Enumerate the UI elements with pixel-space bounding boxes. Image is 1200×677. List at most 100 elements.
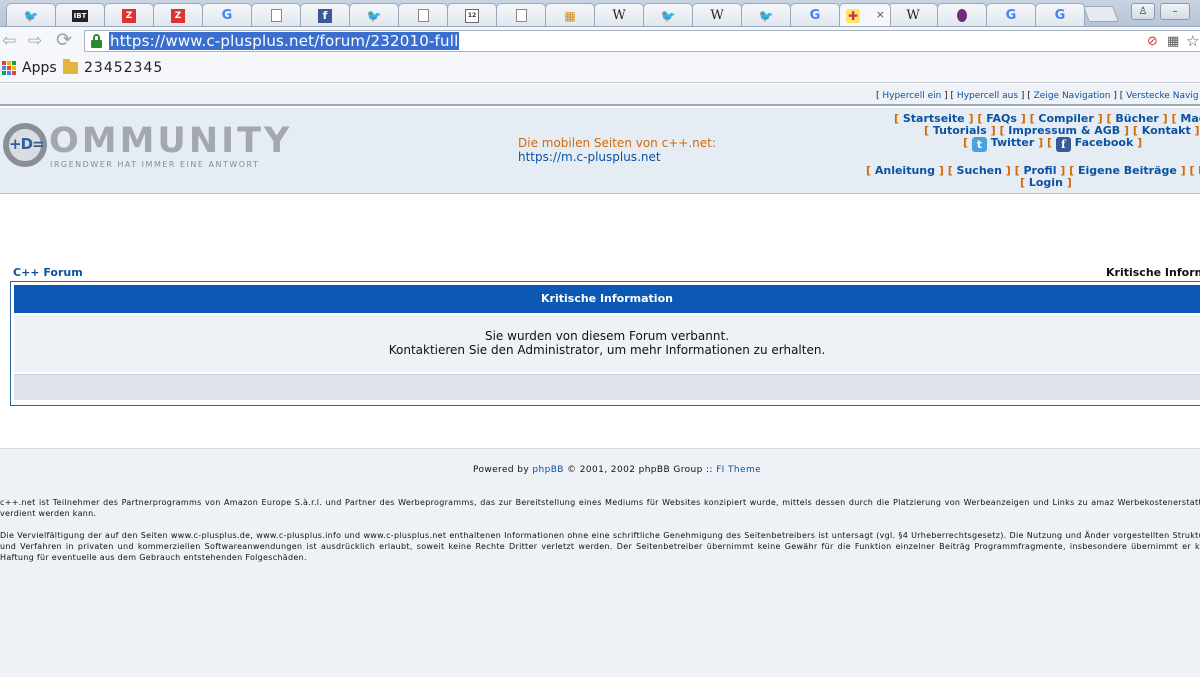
phpbb-link[interactable]: phpBB bbox=[532, 465, 563, 475]
hypercell-link-2[interactable]: Zeige Navigation bbox=[1034, 91, 1111, 101]
wikipedia-icon: W bbox=[710, 7, 724, 23]
nav-row-social: [ t Twitter ] [ f Facebook ] bbox=[963, 136, 1143, 152]
profile-icon[interactable]: ♙ bbox=[1131, 3, 1155, 20]
browser-tab[interactable]: 🐦 bbox=[6, 3, 56, 26]
nav-link-anleitung[interactable]: Anleitung bbox=[875, 164, 935, 177]
zdnet-icon: Z bbox=[122, 8, 136, 23]
nav-link-kontakt[interactable]: Kontakt bbox=[1142, 124, 1191, 137]
browser-tab[interactable]: W bbox=[692, 3, 742, 26]
nav-row-login: [ Login ] bbox=[1020, 176, 1072, 189]
theme-link[interactable]: FI Theme bbox=[716, 465, 761, 475]
tab-strip: 🐦 IBT Z Z Gf 🐦 12 ▦ W 🐦 W 🐦 G ✚ × W G G ♙ – bbox=[0, 0, 1200, 27]
browser-tab[interactable] bbox=[496, 3, 546, 26]
browser-tab[interactable]: W bbox=[888, 3, 938, 26]
copyright-text: © 2001, 2002 phpBB Group :: bbox=[567, 465, 713, 475]
critical-info-body: Sie wurden von diesem Forum verbannt. Ko… bbox=[14, 315, 1200, 372]
tor-icon bbox=[957, 9, 967, 22]
nav-link-twitter[interactable]: Twitter bbox=[987, 136, 1035, 149]
hypercell-link-0[interactable]: Hypercell ein bbox=[882, 91, 941, 101]
zdnet-icon: Z bbox=[171, 8, 185, 23]
page-icon bbox=[515, 9, 527, 22]
logo-mark: +D= bbox=[9, 135, 45, 153]
facebook-icon[interactable]: f bbox=[1055, 137, 1071, 152]
cplusplus-icon: ✚ bbox=[846, 9, 860, 23]
browser-tab[interactable]: G bbox=[986, 3, 1036, 26]
google-icon: G bbox=[1005, 7, 1017, 23]
lock-icon bbox=[91, 34, 102, 48]
browser-tab[interactable]: 🐦 bbox=[643, 3, 693, 26]
translate-icon[interactable]: ▦ bbox=[1167, 34, 1179, 49]
twitter-icon[interactable]: t bbox=[971, 137, 987, 152]
amazon-disclaimer: c++.net ist Teilnehmer des Partnerprogra… bbox=[0, 498, 1200, 518]
nav-link-login[interactable]: Login bbox=[1029, 176, 1063, 189]
critical-info-title: Kritische Information bbox=[14, 285, 1200, 313]
hypercell-links: [ Hypercell ein ] [ Hypercell aus ] [ Ze… bbox=[876, 91, 1199, 101]
mobile-link[interactable]: https://m.c-plusplus.net bbox=[518, 150, 716, 164]
new-tab-button[interactable] bbox=[1083, 6, 1119, 22]
breadcrumb-current: Kritische Informa bbox=[1106, 266, 1200, 279]
critical-info-footer bbox=[14, 374, 1200, 400]
browser-tab[interactable]: G bbox=[790, 3, 840, 26]
page-icon bbox=[417, 9, 429, 22]
url-text[interactable]: https://www.c-plusplus.net/forum/232010-… bbox=[109, 32, 460, 50]
mobile-notice-text: Die mobilen Seiten von c++.net: bbox=[518, 136, 716, 150]
google-icon: G bbox=[809, 7, 821, 23]
blocked-icon[interactable]: ⊘ bbox=[1147, 34, 1158, 49]
powered-prefix: Powered by bbox=[472, 465, 530, 475]
browser-toolbar: ⇦ ⇨ ⟳ https://www.c-plusplus.net/forum/2… bbox=[0, 27, 1200, 56]
hypercell-link-3[interactable]: Verstecke Navig bbox=[1126, 91, 1198, 101]
browser-tab[interactable] bbox=[398, 3, 448, 26]
forward-button[interactable]: ⇨ bbox=[28, 31, 42, 51]
google-icon: G bbox=[221, 7, 233, 23]
browser-tab[interactable]: f bbox=[300, 3, 350, 26]
site-header: +D= OMMUNITY Irgendwer hat immer eine An… bbox=[0, 108, 1200, 194]
twitter-icon: 🐦 bbox=[23, 8, 39, 23]
browser-tab[interactable]: IBT bbox=[55, 3, 105, 26]
bookmarks-bar: Apps 23452345 bbox=[0, 56, 1200, 83]
breadcrumb-forum-link[interactable]: C++ Forum bbox=[13, 266, 83, 279]
apps-grid-icon bbox=[2, 61, 16, 75]
critical-info-box: Kritische Information Sie wurden von die… bbox=[10, 281, 1200, 406]
twitter-icon: 🐦 bbox=[366, 8, 382, 23]
browser-tab[interactable]: 12 bbox=[447, 3, 497, 26]
browser-tab[interactable]: W bbox=[594, 3, 644, 26]
logo-wordmark: OMMUNITY bbox=[49, 121, 293, 161]
address-bar[interactable]: https://www.c-plusplus.net/forum/232010-… bbox=[84, 30, 1200, 52]
browser-tab[interactable]: ▦ bbox=[545, 3, 595, 26]
page-icon bbox=[270, 9, 282, 22]
nav-link-facebook[interactable]: Facebook bbox=[1071, 136, 1134, 149]
bookmark-star-icon[interactable]: ☆ bbox=[1186, 32, 1199, 50]
browser-tab[interactable]: 🐦 bbox=[741, 3, 791, 26]
browser-tab[interactable] bbox=[251, 3, 301, 26]
minimize-button[interactable]: – bbox=[1160, 3, 1190, 20]
facebook-icon: f bbox=[318, 8, 332, 23]
browser-tab[interactable]: Z bbox=[153, 3, 203, 26]
browser-tab[interactable]: Z bbox=[104, 3, 154, 26]
wikipedia-icon: W bbox=[612, 7, 626, 23]
apps-bookmark[interactable]: Apps bbox=[2, 60, 57, 76]
hypercell-link-1[interactable]: Hypercell aus bbox=[957, 91, 1018, 101]
logo-tagline: Irgendwer hat immer eine Antwort bbox=[50, 160, 260, 169]
image-icon: ▦ bbox=[564, 8, 576, 23]
browser-tab[interactable] bbox=[937, 3, 987, 26]
browser-tab[interactable]: 🐦 bbox=[349, 3, 399, 26]
nav-link-suchen[interactable]: Suchen bbox=[957, 164, 1002, 177]
back-button[interactable]: ⇦ bbox=[2, 31, 16, 51]
apps-label: Apps bbox=[22, 60, 57, 76]
browser-tab[interactable]: G bbox=[1035, 3, 1085, 26]
nav-link-eigene-beiträge[interactable]: Eigene Beiträge bbox=[1078, 164, 1177, 177]
wikipedia-icon: W bbox=[906, 7, 920, 23]
reload-button[interactable]: ⟳ bbox=[56, 29, 72, 51]
close-tab-icon[interactable]: × bbox=[876, 8, 885, 21]
folder-label: 23452345 bbox=[84, 60, 164, 76]
calendar-icon: 12 bbox=[465, 8, 479, 23]
browser-tab[interactable]: G bbox=[202, 3, 252, 26]
twitter-icon: 🐦 bbox=[758, 8, 774, 23]
contact-admin-message: Kontaktieren Sie den Administrator, um m… bbox=[388, 343, 826, 357]
community-logo[interactable]: +D= OMMUNITY Irgendwer hat immer eine An… bbox=[3, 121, 289, 176]
copyright-disclaimer: Die Vervielfältigung der auf den Seiten … bbox=[0, 531, 1200, 562]
folder-bookmark[interactable]: 23452345 bbox=[63, 59, 164, 76]
web-page: [ Hypercell ein ] [ Hypercell aus ] [ Ze… bbox=[0, 84, 1200, 677]
browser-tab[interactable]: ✚ × bbox=[839, 3, 891, 26]
powered-by-line: Powered by phpBB © 2001, 2002 phpBB Grou… bbox=[0, 465, 1200, 475]
